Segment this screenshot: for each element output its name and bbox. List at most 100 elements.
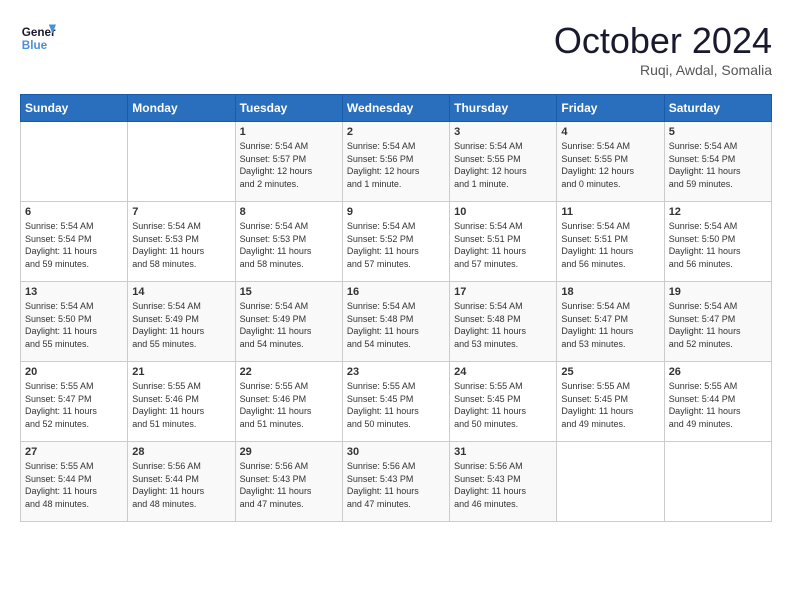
calendar-cell: 17Sunrise: 5:54 AM Sunset: 5:48 PM Dayli… [450, 282, 557, 362]
day-number: 7 [132, 206, 230, 218]
calendar-cell: 6 Sunrise: 5:54 AM Sunset: 5:54 PM Daylig… [21, 202, 128, 282]
calendar-cell: 26 Sunrise: 5:55 AM Sunset: 5:44 PM Dayli… [664, 362, 771, 442]
day-info: Sunrise: 5:54 AM Sunset: 5:50 PM Dayligh… [25, 300, 123, 350]
day-number: 18 [561, 286, 659, 298]
day-number: 12 [669, 206, 767, 218]
day-number: 27 [25, 446, 123, 458]
day-info: Sunrise: 5:54 AM Sunset: 5:48 PM Dayligh… [454, 300, 552, 350]
day-number: 11 [561, 206, 659, 218]
calendar-cell: 24Sunrise: 5:55 AM Sunset: 5:45 PM Dayli… [450, 362, 557, 442]
weekday-header-wednesday: Wednesday [342, 95, 449, 122]
day-info: Sunrise: 5:55 AM Sunset: 5:46 PM Dayligh… [240, 380, 338, 430]
day-info: Sunrise: 5:55 AM Sunset: 5:47 PM Dayligh… [25, 380, 123, 430]
day-info: Sunrise: 5:56 AM Sunset: 5:43 PM Dayligh… [347, 460, 445, 510]
day-number: 14 [132, 286, 230, 298]
day-number: 15 [240, 286, 338, 298]
week-row-5: 27 Sunrise: 5:55 AM Sunset: 5:44 PM Dayli… [21, 442, 772, 522]
calendar-cell: 16 Sunrise: 5:54 AM Sunset: 5:48 PM Dayli… [342, 282, 449, 362]
calendar-cell: 15 Sunrise: 5:54 AM Sunset: 5:49 PM Dayli… [235, 282, 342, 362]
page-header: General Blue October 2024 Ruqi, Awdal, S… [20, 20, 772, 78]
day-info: Sunrise: 5:54 AM Sunset: 5:53 PM Dayligh… [132, 220, 230, 270]
day-info: Sunrise: 5:54 AM Sunset: 5:49 PM Dayligh… [132, 300, 230, 350]
day-info: Sunrise: 5:55 AM Sunset: 5:45 PM Dayligh… [347, 380, 445, 430]
calendar-cell: 7 Sunrise: 5:54 AM Sunset: 5:53 PM Daylig… [128, 202, 235, 282]
day-info: Sunrise: 5:54 AM Sunset: 5:54 PM Dayligh… [669, 140, 767, 190]
day-number: 9 [347, 206, 445, 218]
day-number: 1 [240, 126, 338, 138]
calendar-cell: 20 Sunrise: 5:55 AM Sunset: 5:47 PM Dayli… [21, 362, 128, 442]
month-title: October 2024 [554, 20, 772, 62]
day-number: 13 [25, 286, 123, 298]
calendar-cell: 28 Sunrise: 5:56 AM Sunset: 5:44 PM Dayli… [128, 442, 235, 522]
day-info: Sunrise: 5:54 AM Sunset: 5:53 PM Dayligh… [240, 220, 338, 270]
weekday-header-tuesday: Tuesday [235, 95, 342, 122]
calendar-cell: 3 Sunrise: 5:54 AM Sunset: 5:55 PM Daylig… [450, 122, 557, 202]
week-row-4: 20 Sunrise: 5:55 AM Sunset: 5:47 PM Dayli… [21, 362, 772, 442]
day-number: 20 [25, 366, 123, 378]
location: Ruqi, Awdal, Somalia [554, 62, 772, 78]
day-info: Sunrise: 5:56 AM Sunset: 5:43 PM Dayligh… [240, 460, 338, 510]
day-number: 22 [240, 366, 338, 378]
day-info: Sunrise: 5:54 AM Sunset: 5:54 PM Dayligh… [25, 220, 123, 270]
calendar-cell: 5 Sunrise: 5:54 AM Sunset: 5:54 PM Daylig… [664, 122, 771, 202]
calendar-cell: 27 Sunrise: 5:55 AM Sunset: 5:44 PM Dayli… [21, 442, 128, 522]
week-row-3: 13 Sunrise: 5:54 AM Sunset: 5:50 PM Dayli… [21, 282, 772, 362]
calendar-cell: 2 Sunrise: 5:54 AM Sunset: 5:56 PM Daylig… [342, 122, 449, 202]
day-info: Sunrise: 5:54 AM Sunset: 5:51 PM Dayligh… [454, 220, 552, 270]
calendar-cell: 19Sunrise: 5:54 AM Sunset: 5:47 PM Dayli… [664, 282, 771, 362]
day-number: 30 [347, 446, 445, 458]
calendar-cell: 25Sunrise: 5:55 AM Sunset: 5:45 PM Dayli… [557, 362, 664, 442]
day-number: 2 [347, 126, 445, 138]
calendar-cell: 22 Sunrise: 5:55 AM Sunset: 5:46 PM Dayli… [235, 362, 342, 442]
calendar-cell: 9 Sunrise: 5:54 AM Sunset: 5:52 PM Daylig… [342, 202, 449, 282]
day-number: 6 [25, 206, 123, 218]
calendar-cell: 14 Sunrise: 5:54 AM Sunset: 5:49 PM Dayli… [128, 282, 235, 362]
weekday-header-thursday: Thursday [450, 95, 557, 122]
calendar-cell: 18 Sunrise: 5:54 AM Sunset: 5:47 PM Dayli… [557, 282, 664, 362]
day-number: 16 [347, 286, 445, 298]
day-info: Sunrise: 5:54 AM Sunset: 5:52 PM Dayligh… [347, 220, 445, 270]
day-number: 19 [669, 286, 767, 298]
day-info: Sunrise: 5:56 AM Sunset: 5:43 PM Dayligh… [454, 460, 552, 510]
day-number: 10 [454, 206, 552, 218]
day-info: Sunrise: 5:54 AM Sunset: 5:56 PM Dayligh… [347, 140, 445, 190]
calendar-cell: 29 Sunrise: 5:56 AM Sunset: 5:43 PM Dayli… [235, 442, 342, 522]
calendar-cell: 12 Sunrise: 5:54 AM Sunset: 5:50 PM Dayli… [664, 202, 771, 282]
day-number: 29 [240, 446, 338, 458]
day-number: 23 [347, 366, 445, 378]
calendar-cell: 8 Sunrise: 5:54 AM Sunset: 5:53 PM Daylig… [235, 202, 342, 282]
day-info: Sunrise: 5:54 AM Sunset: 5:49 PM Dayligh… [240, 300, 338, 350]
calendar-cell [557, 442, 664, 522]
calendar-cell: 11 Sunrise: 5:54 AM Sunset: 5:51 PM Dayli… [557, 202, 664, 282]
day-info: Sunrise: 5:55 AM Sunset: 5:46 PM Dayligh… [132, 380, 230, 430]
day-number: 21 [132, 366, 230, 378]
day-info: Sunrise: 5:54 AM Sunset: 5:57 PM Dayligh… [240, 140, 338, 190]
week-row-2: 6 Sunrise: 5:54 AM Sunset: 5:54 PM Daylig… [21, 202, 772, 282]
day-info: Sunrise: 5:54 AM Sunset: 5:51 PM Dayligh… [561, 220, 659, 270]
weekday-header-friday: Friday [557, 95, 664, 122]
day-info: Sunrise: 5:55 AM Sunset: 5:44 PM Dayligh… [669, 380, 767, 430]
day-number: 26 [669, 366, 767, 378]
day-info: Sunrise: 5:55 AM Sunset: 5:44 PM Dayligh… [25, 460, 123, 510]
day-info: Sunrise: 5:54 AM Sunset: 5:50 PM Dayligh… [669, 220, 767, 270]
svg-text:Blue: Blue [22, 39, 48, 52]
day-number: 24 [454, 366, 552, 378]
weekday-header-saturday: Saturday [664, 95, 771, 122]
day-info: Sunrise: 5:54 AM Sunset: 5:48 PM Dayligh… [347, 300, 445, 350]
day-info: Sunrise: 5:54 AM Sunset: 5:47 PM Dayligh… [561, 300, 659, 350]
day-number: 28 [132, 446, 230, 458]
day-info: Sunrise: 5:54 AM Sunset: 5:55 PM Dayligh… [454, 140, 552, 190]
day-number: 8 [240, 206, 338, 218]
day-info: Sunrise: 5:54 AM Sunset: 5:55 PM Dayligh… [561, 140, 659, 190]
calendar-cell: 13 Sunrise: 5:54 AM Sunset: 5:50 PM Dayli… [21, 282, 128, 362]
day-number: 3 [454, 126, 552, 138]
logo-icon: General Blue [20, 20, 56, 56]
day-info: Sunrise: 5:56 AM Sunset: 5:44 PM Dayligh… [132, 460, 230, 510]
calendar-cell: 10 Sunrise: 5:54 AM Sunset: 5:51 PM Dayli… [450, 202, 557, 282]
calendar-cell [21, 122, 128, 202]
calendar-cell: 31Sunrise: 5:56 AM Sunset: 5:43 PM Dayli… [450, 442, 557, 522]
week-row-1: 1 Sunrise: 5:54 AM Sunset: 5:57 PM Daylig… [21, 122, 772, 202]
weekday-header-row: SundayMondayTuesdayWednesdayThursdayFrid… [21, 95, 772, 122]
calendar-cell: 4Sunrise: 5:54 AM Sunset: 5:55 PM Daylig… [557, 122, 664, 202]
day-number: 5 [669, 126, 767, 138]
